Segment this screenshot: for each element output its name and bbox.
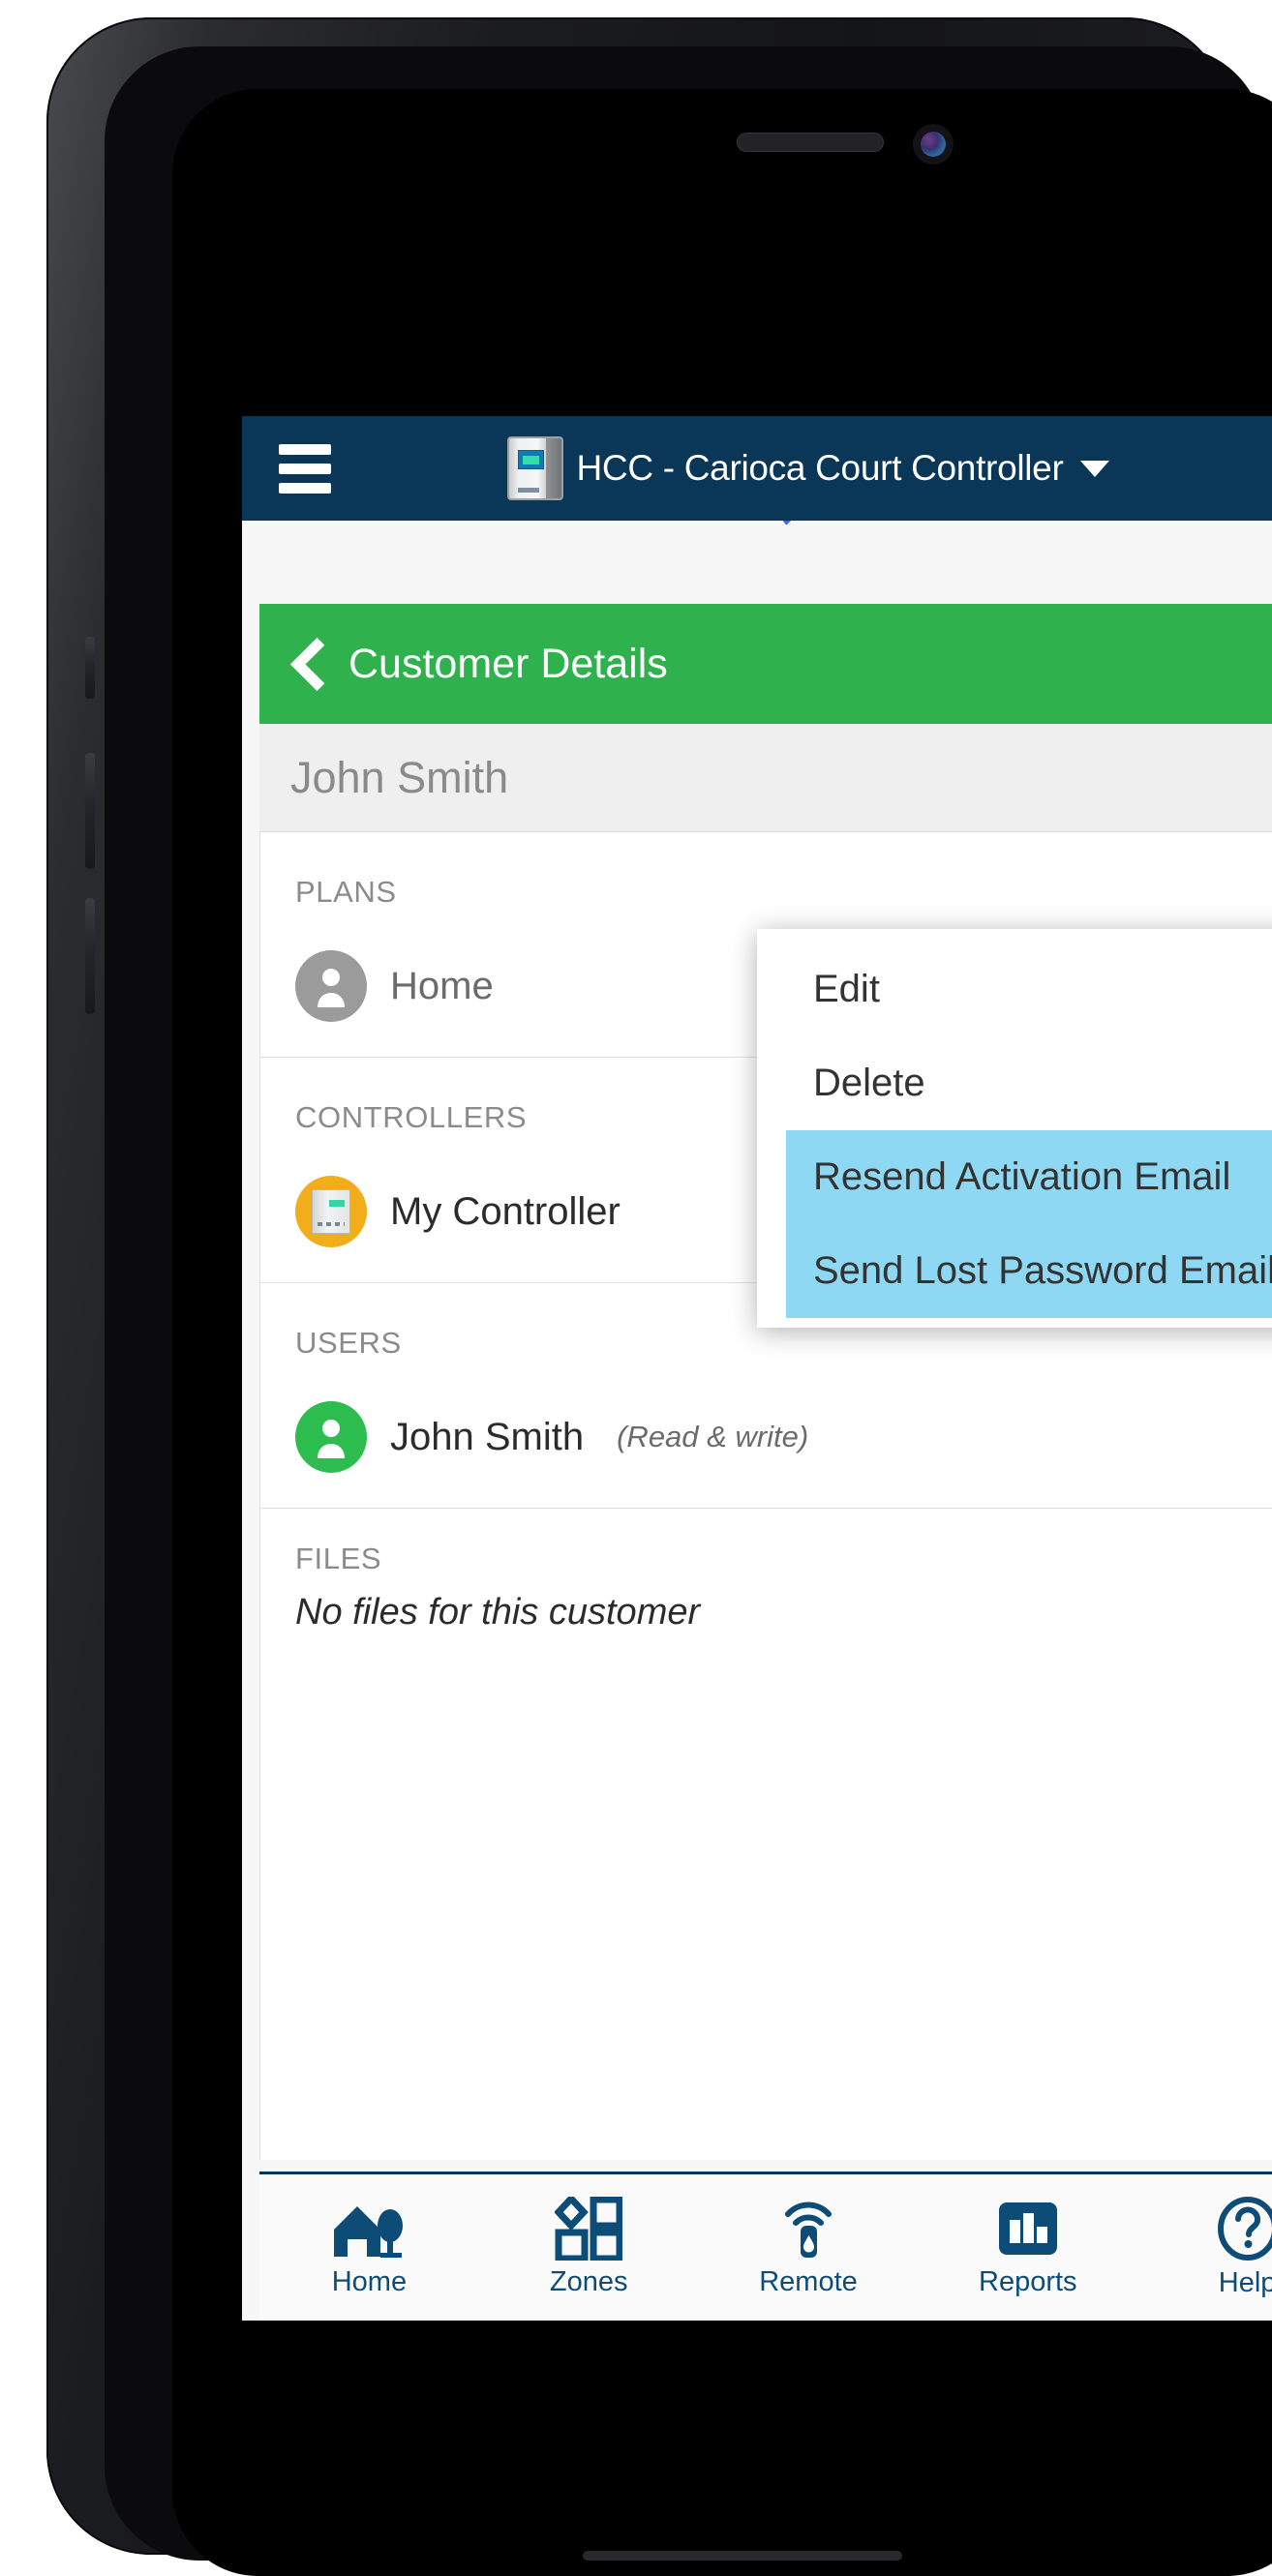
tab-label-help: Help — [1219, 2267, 1272, 2299]
files-empty-message: No files for this customer — [260, 1586, 1272, 1672]
volume-down-button[interactable] — [85, 898, 95, 1014]
tab-label-home: Home — [332, 2266, 407, 2298]
phone-bezel: HCC - Carioca Court Controller — [105, 46, 1264, 2561]
home-indicator — [583, 2551, 902, 2561]
mute-switch[interactable] — [85, 637, 95, 699]
tab-zones[interactable]: Zones — [479, 2174, 699, 2321]
section-title-plans: PLANS — [295, 875, 397, 910]
menu-item-delete[interactable]: Delete — [757, 1036, 1272, 1130]
app-viewport: HCC - Carioca Court Controller — [242, 416, 1272, 2321]
controller-name: My Controller — [390, 1190, 621, 1234]
section-head-plans: PLANS — [260, 832, 1272, 929]
controller-thumbnail-icon — [507, 436, 563, 500]
section-title-controllers: CONTROLLERS — [295, 1100, 527, 1135]
user-context-menu: Edit Delete Resend Activation Email Send… — [757, 929, 1272, 1328]
loading-strip — [242, 521, 1272, 604]
loading-spinner-icon — [777, 521, 839, 534]
tab-help[interactable]: Help — [1137, 2174, 1272, 2321]
earpiece-speaker-icon — [738, 134, 883, 151]
question-circle-icon — [1216, 2196, 1272, 2261]
bottom-tab-bar: Home Zones — [259, 2172, 1272, 2321]
menu-item-send-lost-password-email[interactable]: Send Lost Password Email — [786, 1224, 1272, 1318]
app-bar-title: HCC - Carioca Court Controller — [577, 448, 1064, 489]
menu-highlight-group: Resend Activation Email Send Lost Passwo… — [786, 1130, 1272, 1318]
bar-chart-icon — [996, 2197, 1060, 2261]
zones-grid-icon — [555, 2197, 622, 2261]
customer-name: John Smith — [290, 753, 508, 803]
app-bar: HCC - Carioca Court Controller — [242, 416, 1272, 521]
user-row[interactable]: John Smith (Read & write) — [260, 1380, 1272, 1508]
tab-home[interactable]: Home — [259, 2174, 479, 2321]
user-name: John Smith — [390, 1416, 584, 1459]
front-camera-icon — [913, 124, 954, 165]
phone-frame: HCC - Carioca Court Controller — [46, 17, 1229, 2555]
plan-name: Home — [390, 965, 494, 1008]
house-tree-icon — [330, 2197, 408, 2261]
customer-name-strip: John Smith — [259, 724, 1272, 832]
phone-screen: HCC - Carioca Court Controller — [172, 89, 1272, 2576]
person-avatar-icon — [295, 1401, 367, 1473]
tab-remote[interactable]: Remote — [699, 2174, 919, 2321]
remote-signal-icon — [778, 2197, 838, 2261]
person-avatar-icon — [295, 950, 367, 1022]
section-title-users: USERS — [295, 1326, 402, 1361]
section-title-files: FILES — [295, 1542, 381, 1576]
tab-label-reports: Reports — [979, 2266, 1077, 2298]
page-header-back-bar[interactable]: Customer Details — [259, 604, 1272, 724]
page-title: Customer Details — [348, 641, 668, 688]
volume-up-button[interactable] — [85, 753, 95, 869]
user-permission: (Read & write) — [617, 1420, 808, 1454]
app-bar-title-group[interactable]: HCC - Carioca Court Controller — [242, 436, 1272, 500]
menu-item-edit[interactable]: Edit — [757, 943, 1272, 1036]
chevron-down-icon[interactable] — [1080, 461, 1109, 477]
hamburger-icon[interactable] — [271, 434, 339, 502]
content-card: PLANS Home Expires on Wed 26 — [259, 832, 1272, 2160]
tab-label-zones: Zones — [550, 2266, 628, 2298]
section-files: FILES No files for this customer — [260, 1509, 1272, 1672]
section-head-files: FILES — [260, 1509, 1272, 1586]
menu-item-resend-activation-email[interactable]: Resend Activation Email — [786, 1130, 1272, 1224]
chevron-left-icon[interactable] — [292, 639, 321, 689]
controller-avatar-icon — [295, 1176, 367, 1247]
tab-label-remote: Remote — [759, 2266, 858, 2298]
tab-reports[interactable]: Reports — [918, 2174, 1137, 2321]
